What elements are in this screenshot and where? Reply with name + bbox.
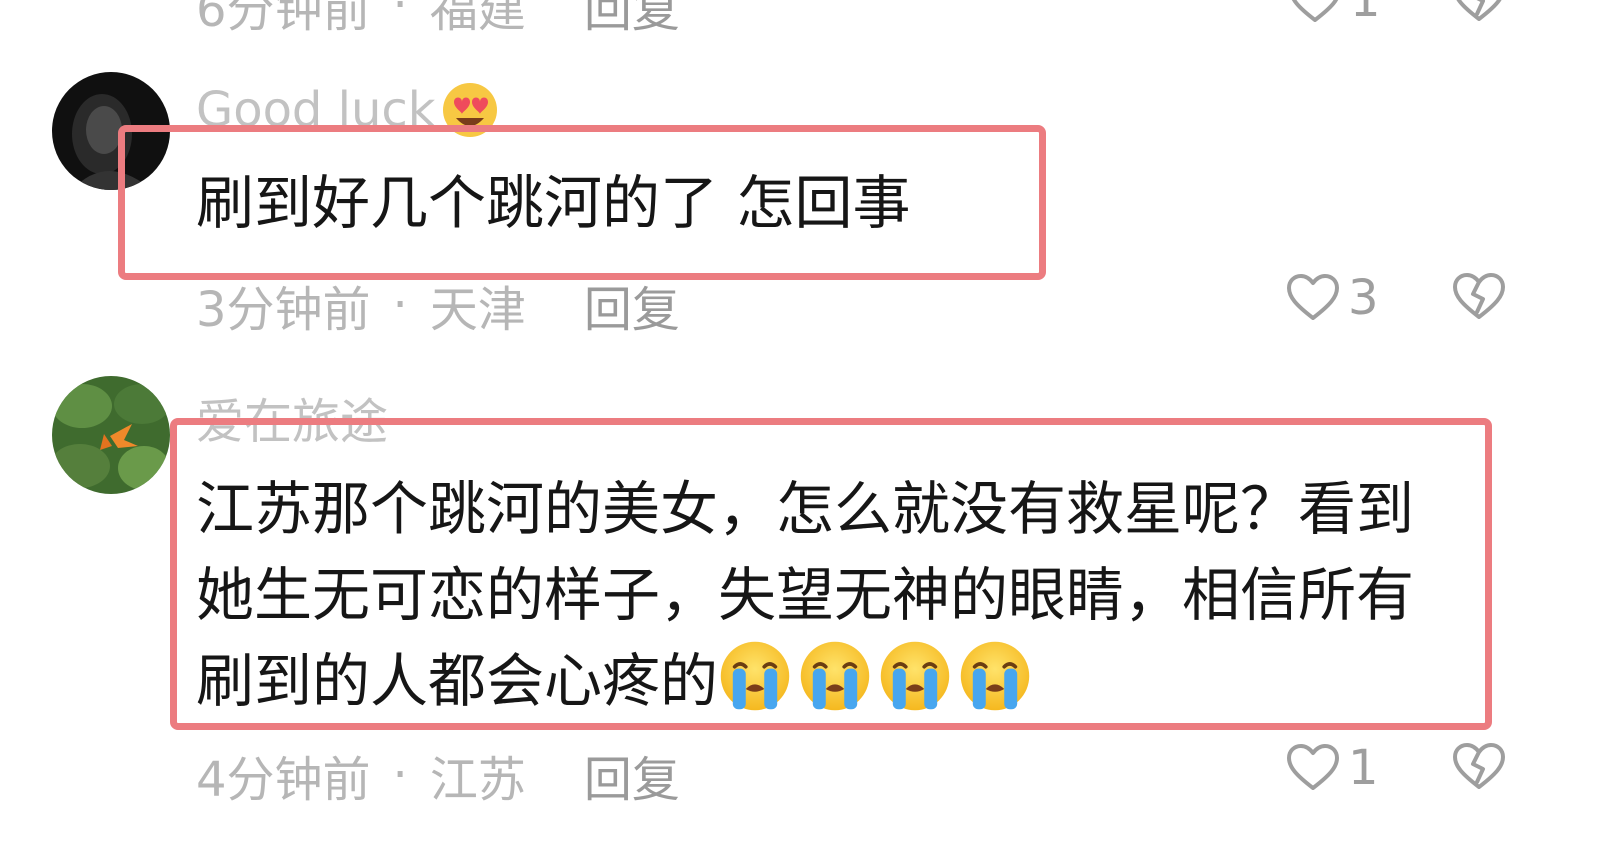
avatar[interactable] [52, 72, 170, 190]
crying-face-emoji-icon [958, 639, 1032, 713]
username-text: 爱在旅途 [196, 394, 389, 450]
avatar[interactable] [52, 376, 170, 494]
comment-time: 4分钟前 [196, 752, 371, 808]
reply-button[interactable]: 回复 [584, 0, 680, 40]
crying-face-emoji-icon [718, 639, 792, 713]
comment-meta-row: 3分钟前 · 天津 回复 [196, 270, 680, 340]
like-button[interactable]: 1 [1288, 0, 1381, 28]
avatar-image [52, 72, 170, 190]
comment-line: 刷到的人都会心疼的 [196, 638, 1516, 724]
comment-time: 6分钟前 [196, 0, 371, 38]
like-button[interactable]: 1 [1286, 740, 1379, 796]
heart-icon [1288, 0, 1342, 25]
like-button[interactable]: 3 [1286, 270, 1379, 326]
meta-separator: · [392, 747, 408, 803]
comment-username[interactable]: Good luck [196, 80, 500, 140]
like-count: 3 [1348, 270, 1379, 326]
reply-button[interactable]: 回复 [584, 740, 680, 810]
crying-face-emoji-icon [878, 639, 952, 713]
comment-meta-row-prev: 6分钟前 · 福建 回复 [196, 0, 680, 40]
dislike-button[interactable] [1452, 272, 1506, 326]
comment-line: 江苏那个跳河的美女，怎么就没有救星呢？看到 [196, 475, 1415, 543]
comment-time: 3分钟前 [196, 282, 371, 338]
comment-location: 福建 [429, 0, 526, 38]
crying-face-emoji-icon [798, 639, 872, 713]
comment-list: 6分钟前 · 福建 回复 1 Good luck 刷到好几个跳河的了 怎回事 3… [0, 0, 1600, 855]
heart-eyes-emoji-icon [436, 80, 500, 140]
comment-username[interactable]: 爱在旅途 [196, 382, 388, 452]
reply-button[interactable]: 回复 [584, 270, 680, 340]
heart-icon [1286, 273, 1340, 323]
like-count: 1 [1348, 740, 1379, 796]
comment-text: 江苏那个跳河的美女，怎么就没有救星呢？看到 她生无可恋的样子，失望无神的眼睛，相… [196, 466, 1516, 724]
comment-meta-row: 4分钟前 · 江苏 回复 [196, 740, 680, 810]
broken-heart-icon [1452, 742, 1506, 792]
like-count: 1 [1350, 0, 1381, 28]
username-text: Good luck [196, 82, 436, 138]
meta-separator: · [392, 277, 408, 333]
comment-line-text: 刷到的人都会心疼的 [196, 647, 719, 715]
comment-location: 天津 [429, 282, 526, 338]
heart-icon [1286, 743, 1340, 793]
dislike-button[interactable] [1452, 742, 1506, 796]
comment-text: 刷到好几个跳河的了 怎回事 [196, 169, 911, 237]
meta-separator: · [392, 0, 408, 33]
avatar-image [52, 376, 170, 494]
dislike-button[interactable] [1452, 0, 1506, 28]
broken-heart-icon [1452, 0, 1506, 24]
comment-location: 江苏 [429, 752, 526, 808]
comment-line: 她生无可恋的样子，失望无神的眼睛，相信所有 [196, 561, 1415, 629]
broken-heart-icon [1452, 272, 1506, 322]
